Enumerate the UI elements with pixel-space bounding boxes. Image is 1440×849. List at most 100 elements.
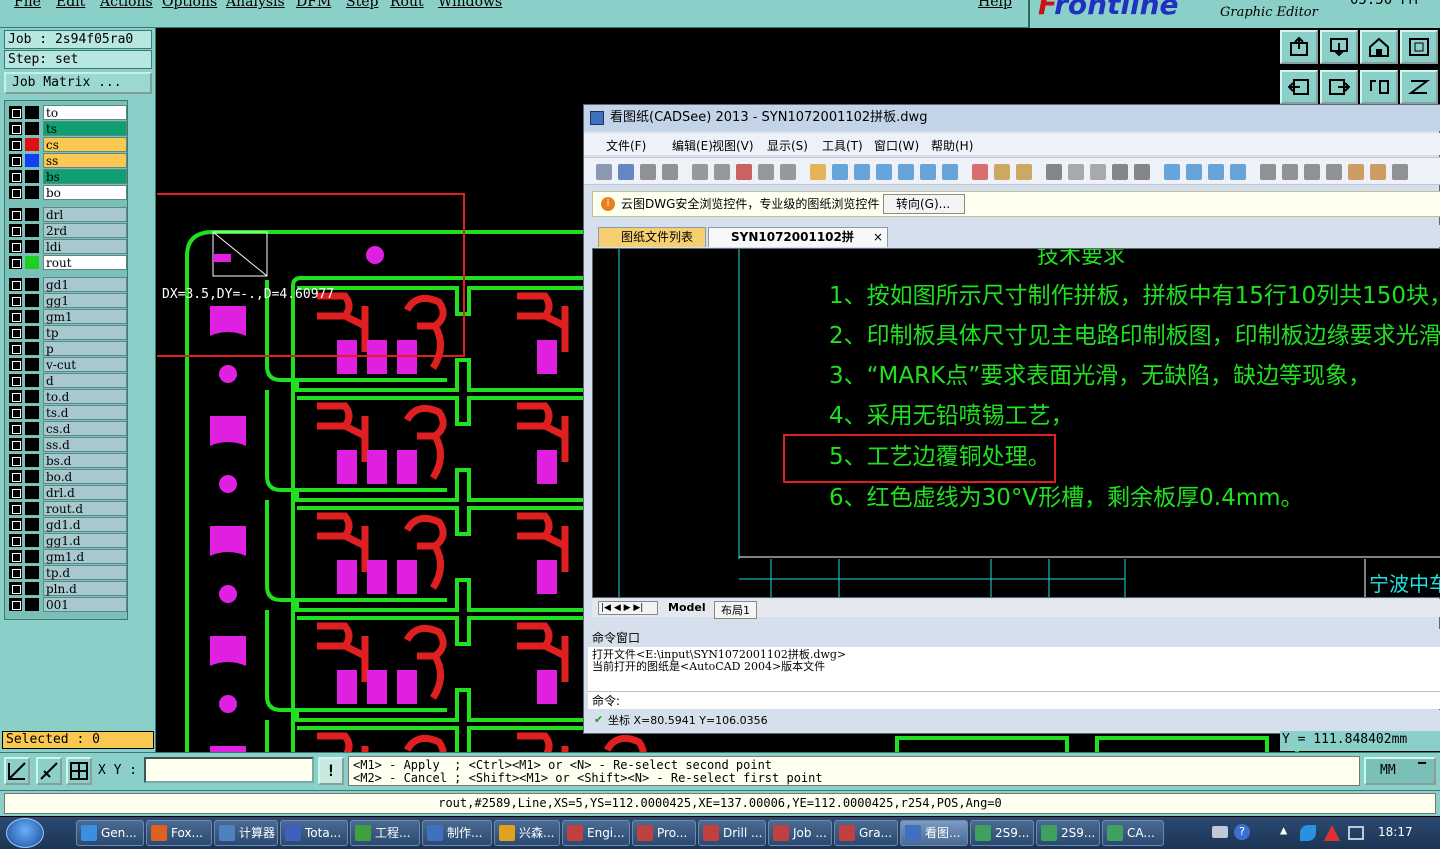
- layer-checkbox[interactable]: [9, 154, 22, 167]
- layer-name[interactable]: cs.d: [43, 421, 127, 436]
- layer-name[interactable]: tp: [43, 325, 127, 340]
- circle-icon[interactable]: [1068, 164, 1084, 180]
- layer-name[interactable]: ss.d: [43, 437, 127, 452]
- zoom-icon[interactable]: [832, 164, 848, 180]
- pan-right-icon[interactable]: [1320, 70, 1358, 104]
- layer-row-d[interactable]: d: [7, 373, 127, 388]
- menu-windows[interactable]: Windows: [438, 0, 502, 10]
- copy-format-icon[interactable]: [758, 164, 774, 180]
- layer-name[interactable]: to: [43, 105, 127, 120]
- layer-manager-icon[interactable]: [1046, 164, 1062, 180]
- layer-checkbox[interactable]: [9, 454, 22, 467]
- start-button[interactable]: [6, 818, 44, 848]
- fit-screen-icon[interactable]: [1400, 30, 1438, 64]
- menu-help[interactable]: Help: [978, 0, 1012, 10]
- units-select[interactable]: MM ▔: [1364, 757, 1436, 785]
- list-icon[interactable]: [1304, 164, 1320, 180]
- first-icon[interactable]: [1164, 164, 1180, 180]
- cad-menu-view[interactable]: 视图(V): [712, 137, 754, 154]
- taskbar-button[interactable]: 工程...: [350, 820, 420, 846]
- close-icon[interactable]: ×: [873, 228, 883, 246]
- cad-drawing-view[interactable]: 技术要求 1、按如图所示尺寸制作拼板，拼板中有15行10列共150块， 2、印制…: [592, 248, 1440, 598]
- chart-icon[interactable]: [1326, 164, 1342, 180]
- taskbar-button[interactable]: Job ...: [768, 820, 832, 846]
- grid-icon[interactable]: [66, 757, 92, 785]
- layer-checkbox[interactable]: [9, 518, 22, 531]
- rotate-icon[interactable]: [1360, 70, 1398, 104]
- layer-checkbox[interactable]: [9, 502, 22, 515]
- command-input[interactable]: 命令:: [588, 691, 1440, 709]
- erase-icon[interactable]: [972, 164, 988, 180]
- layer-checkbox[interactable]: [9, 208, 22, 221]
- layer-row-gd1-d[interactable]: gd1.d: [7, 517, 127, 532]
- app-tray-icon[interactable]: [1300, 825, 1316, 841]
- menu-edit[interactable]: Edit: [56, 0, 85, 10]
- layer-checkbox[interactable]: [9, 598, 22, 611]
- cad-menu-window[interactable]: 窗口(W): [874, 137, 919, 154]
- layer-checkbox[interactable]: [9, 438, 22, 451]
- layer-row-bo-d[interactable]: bo.d: [7, 469, 127, 484]
- layer-name[interactable]: v-cut: [43, 357, 127, 372]
- layer-name[interactable]: rout: [43, 255, 127, 270]
- layer-row-cs-d[interactable]: cs.d: [7, 421, 127, 436]
- taskbar-button[interactable]: 制作...: [422, 820, 492, 846]
- layer-row-ts-d[interactable]: ts.d: [7, 405, 127, 420]
- layer-name[interactable]: gd1: [43, 277, 127, 292]
- menu-dfm[interactable]: DFM: [296, 0, 331, 10]
- alert-tray-icon[interactable]: [1324, 825, 1340, 841]
- pan-icon[interactable]: [810, 164, 826, 180]
- goto-button[interactable]: 转向(G)...: [883, 194, 965, 214]
- mirror-icon[interactable]: [1400, 70, 1438, 104]
- info-button[interactable]: !: [318, 757, 344, 785]
- layer-checkbox[interactable]: [9, 358, 22, 371]
- keyboard-icon[interactable]: [1212, 826, 1228, 838]
- layer-name[interactable]: ts.d: [43, 405, 127, 420]
- cut-icon[interactable]: [692, 164, 708, 180]
- menu-options[interactable]: Options: [162, 0, 217, 10]
- layer-name[interactable]: pln.d: [43, 581, 127, 596]
- layer-name[interactable]: ts: [43, 121, 127, 136]
- taskbar-button[interactable]: Drill ...: [698, 820, 766, 846]
- layout-nav-arrows[interactable]: |◀ ◀ ▶ ▶|: [598, 601, 658, 615]
- layer-row-gm1[interactable]: gm1: [7, 309, 127, 324]
- cadsee-window[interactable]: 看图纸(CADSee) 2013 - SYN1072001102拼板.dwg 文…: [583, 104, 1440, 734]
- layer-checkbox[interactable]: [9, 106, 22, 119]
- save-icon[interactable]: [618, 164, 634, 180]
- layer-name[interactable]: gg1: [43, 293, 127, 308]
- layer-checkbox[interactable]: [9, 486, 22, 499]
- zoom-select-icon[interactable]: [942, 164, 958, 180]
- menu-file[interactable]: File: [14, 0, 41, 10]
- layer-checkbox[interactable]: [9, 170, 22, 183]
- layer-row-gd1[interactable]: gd1: [7, 277, 127, 292]
- open-icon[interactable]: [596, 164, 612, 180]
- layer-checkbox[interactable]: [9, 278, 22, 291]
- layer-row-to-d[interactable]: to.d: [7, 389, 127, 404]
- tool-icon[interactable]: [1348, 164, 1364, 180]
- layer-name[interactable]: gd1.d: [43, 517, 127, 532]
- layer-checkbox[interactable]: [9, 122, 22, 135]
- layer-name[interactable]: rout.d: [43, 501, 127, 516]
- layer-checkbox[interactable]: [9, 582, 22, 595]
- layer-row-tp-d[interactable]: tp.d: [7, 565, 127, 580]
- layer-name[interactable]: p: [43, 341, 127, 356]
- layer-checkbox[interactable]: [9, 294, 22, 307]
- layer-row-drl-d[interactable]: drl.d: [7, 485, 127, 500]
- layer-checkbox[interactable]: [9, 240, 22, 253]
- circle-x-icon[interactable]: [1090, 164, 1106, 180]
- layer-name[interactable]: d: [43, 373, 127, 388]
- tab-drawing[interactable]: SYN1072001102拼板.dwg ×: [708, 227, 888, 262]
- layout-tab-model[interactable]: Model: [668, 601, 706, 614]
- layer-row-bs[interactable]: bs: [7, 169, 127, 184]
- print-icon[interactable]: [662, 164, 678, 180]
- taskbar-button[interactable]: 兴森...: [494, 820, 560, 846]
- prev-icon[interactable]: [1208, 164, 1224, 180]
- layer-name[interactable]: ldi: [43, 239, 127, 254]
- layer-name[interactable]: cs: [43, 137, 127, 152]
- layer-checkbox[interactable]: [9, 374, 22, 387]
- print-preview-icon[interactable]: [640, 164, 656, 180]
- layer-name[interactable]: tp.d: [43, 565, 127, 580]
- layer-checkbox[interactable]: [9, 534, 22, 547]
- network-icon[interactable]: [1348, 826, 1364, 840]
- layer-row-gm1-d[interactable]: gm1.d: [7, 549, 127, 564]
- layer-name[interactable]: bs: [43, 169, 127, 184]
